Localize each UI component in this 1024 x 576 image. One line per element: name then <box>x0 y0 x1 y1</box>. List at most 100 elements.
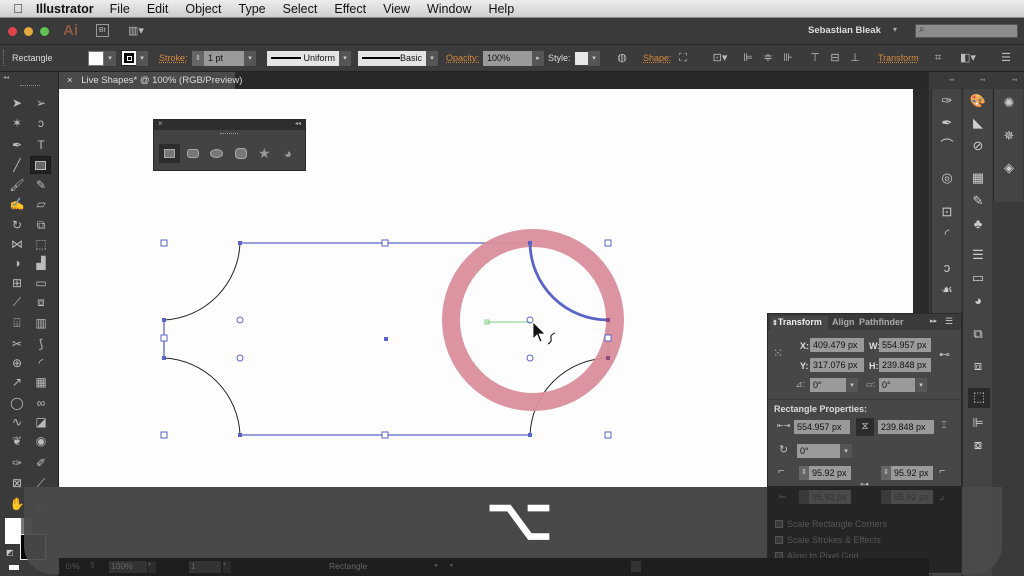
opacity-label[interactable]: Opacity: <box>446 50 479 66</box>
artboard-dropdown-icon[interactable]: ▾ <box>223 561 231 573</box>
variable-width-profile[interactable]: Uniform ▾ <box>267 50 351 66</box>
default-colors-icon[interactable]: ◩ <box>6 548 14 557</box>
stroke-dropdown-icon[interactable]: ▾ <box>136 50 148 66</box>
transform-artboard-icon[interactable]: ⊕ <box>8 355 26 371</box>
y-field[interactable]: 317.076 px <box>810 358 864 372</box>
corner-tr-field[interactable]: 95.92 px <box>891 466 933 480</box>
ellipse-select-tool-icon[interactable]: ◯ <box>8 395 26 411</box>
zoom-dropdown-icon[interactable]: ▾ <box>148 561 156 573</box>
symbol-library-panel-icon[interactable]: ♣ <box>969 215 987 233</box>
menu-window[interactable]: Window <box>427 2 471 16</box>
chart-bars-tool-icon[interactable]: ▦ <box>32 374 50 390</box>
panel-grip[interactable] <box>220 133 238 135</box>
corner-type-bl-icon[interactable]: ⌙ <box>778 489 787 502</box>
shear-dropdown-icon[interactable]: ▾ <box>915 378 927 392</box>
align-left-icon[interactable]: ⊫ <box>741 51 755 65</box>
corner-br-field[interactable]: 95.92 px <box>891 490 933 504</box>
puppet-panel-icon[interactable]: ☙ <box>938 281 956 299</box>
direct-selection-tool-icon[interactable]: ➢ <box>32 95 50 111</box>
w-field[interactable]: 554.957 px <box>879 338 931 352</box>
stroke-weight-value[interactable]: 1 pt <box>204 50 244 66</box>
paintbrush-tool-icon[interactable]: 🖌 <box>8 177 26 193</box>
search-input[interactable]: ⌕ <box>915 24 1018 38</box>
flip-options-icon[interactable]: ◧▾ <box>956 51 980 65</box>
lasso-tool-icon[interactable]: ↄ <box>32 115 50 131</box>
rectangle-shape-button[interactable] <box>159 144 180 163</box>
gradient-panel-icon[interactable]: ▭ <box>969 269 987 287</box>
panel-close-icon[interactable]: × <box>158 119 163 128</box>
polygon-shape-button[interactable] <box>235 148 247 159</box>
rotate-dropdown-icon[interactable]: ▾ <box>846 378 858 392</box>
status-arrow-left-icon[interactable]: ◂ <box>449 561 453 569</box>
collapse-dock-icon[interactable]: ◂◂ <box>1012 77 1017 83</box>
type-tool-icon[interactable]: T <box>32 137 50 153</box>
zoom-window-button[interactable] <box>40 27 49 36</box>
transform-label[interactable]: Transform <box>878 50 919 66</box>
isolate-icon[interactable]: ⌗ <box>931 51 945 65</box>
link-dimensions-icon[interactable]: ⧖ <box>856 418 874 436</box>
zoom-field[interactable]: 100% <box>109 561 147 573</box>
menu-type[interactable]: Type <box>239 2 266 16</box>
color-guide-panel-icon[interactable]: ◣ <box>969 114 987 132</box>
align-right-icon[interactable]: ⊪ <box>781 51 795 65</box>
stroke-stepper-icon[interactable]: ⇕ <box>192 50 204 66</box>
blend-tool-icon[interactable]: ⧈ <box>32 294 50 310</box>
scale-strokes-checkbox[interactable] <box>775 536 783 544</box>
corner-type-tr-icon[interactable]: ⌐ <box>939 465 945 477</box>
curvature-tool-icon[interactable]: ↗ <box>8 374 26 390</box>
stroke-panel-icon[interactable]: ☰ <box>969 246 987 264</box>
menu-view[interactable]: View <box>383 2 410 16</box>
pen-tool-icon[interactable]: ✒ <box>8 137 26 153</box>
user-name[interactable]: Sebastian Bleak <box>808 25 881 36</box>
menu-edit[interactable]: Edit <box>147 2 169 16</box>
rotate-tool-icon[interactable]: ↻ <box>8 217 26 233</box>
ellipse-shape-button[interactable] <box>210 149 223 158</box>
star-shape-button[interactable]: ★ <box>258 145 271 162</box>
fill-swatch[interactable]: ▾ <box>88 50 116 66</box>
eyedropper-tool-icon[interactable]: ⟋ <box>8 294 26 310</box>
glasses-tool-icon[interactable]: ∞ <box>32 395 50 411</box>
x-field[interactable]: 409.479 px <box>810 338 864 352</box>
transparency-panel-icon[interactable]: ◕ <box>969 292 987 310</box>
stroke-weight-field[interactable]: ⇕ 1 pt ▾ <box>192 50 256 66</box>
opacity-field[interactable]: 100% ▸ <box>483 50 544 66</box>
rect-rotate-field[interactable]: 0° <box>797 444 840 458</box>
horizontal-scrollbar-thumb[interactable] <box>631 561 641 572</box>
stroke-swatch[interactable]: ▾ <box>121 50 148 66</box>
h-field[interactable]: 239.848 px <box>879 358 931 372</box>
perspective-grid-tool-icon[interactable]: ▟ <box>32 255 50 271</box>
width-tool-icon[interactable]: ⋈ <box>8 236 26 252</box>
collapse-dock-icon[interactable]: ◂◂ <box>980 77 985 83</box>
tab-pathfinder[interactable]: Pathfinder <box>859 317 904 327</box>
mesh-tool-icon[interactable]: ⊞ <box>8 275 26 291</box>
pencil-tool-icon[interactable]: ✎ <box>32 177 50 193</box>
style-swatch[interactable]: ▾ <box>575 50 600 66</box>
align-bottom-icon[interactable]: ⊥ <box>848 51 862 65</box>
apple-icon[interactable]:  <box>0 1 36 16</box>
corner-bl-stepper[interactable] <box>799 490 809 504</box>
opacity-arrow-icon[interactable]: ▸ <box>532 50 544 66</box>
artboard-tool-icon[interactable]: ✂ <box>8 336 26 352</box>
blob-brush-tool-icon[interactable]: ✐ <box>32 455 50 471</box>
gpu-icon[interactable]: ⊙% <box>65 561 80 572</box>
brushes-panel-icon[interactable]: ✑ <box>938 92 956 110</box>
shape-label[interactable]: Shape: <box>643 50 672 66</box>
slice-tool-icon[interactable]: ⟆ <box>32 336 50 352</box>
menu-effect[interactable]: Effect <box>334 2 366 16</box>
constrain-proportions-icon[interactable]: ⊷ <box>939 348 950 361</box>
style-dropdown-icon[interactable]: ▾ <box>588 50 600 66</box>
artboard-field[interactable]: 1 <box>189 561 221 573</box>
corner-tl-stepper[interactable]: ⇕ <box>799 466 809 480</box>
symbol-sprayer-tool-icon[interactable]: ⌹ <box>8 315 26 331</box>
gradient-tool-icon[interactable]: ▭ <box>32 275 50 291</box>
graph-tool-icon[interactable]: ▥ <box>32 315 50 331</box>
selection-tool-icon[interactable]: ➤ <box>8 95 26 111</box>
tab-close-icon[interactable]: × <box>67 75 73 86</box>
align-panel-icon[interactable]: ⊫ <box>969 414 987 432</box>
grip-handle[interactable] <box>3 50 6 66</box>
align-to-icon[interactable]: ⊡▾ <box>710 51 730 65</box>
recolor-artwork-icon[interactable]: ◍ <box>615 51 629 65</box>
menu-app-name[interactable]: Illustrator <box>36 2 94 16</box>
scale-tool-icon[interactable]: ⧉ <box>32 217 50 233</box>
status-arrow-right-icon[interactable]: ▸ <box>435 561 439 569</box>
